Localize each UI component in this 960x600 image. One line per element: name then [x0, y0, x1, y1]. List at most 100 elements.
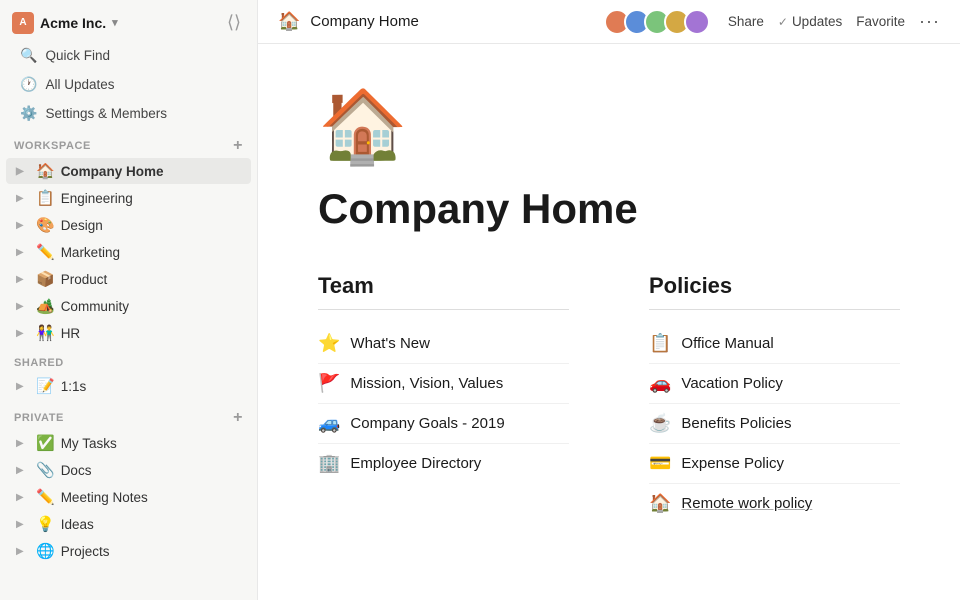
collapse-sidebar-button[interactable]: ⟨⟩	[223, 10, 245, 35]
item-icon: 🌐	[36, 542, 55, 560]
item-icon: ✅	[36, 434, 55, 452]
chevron-right-icon: ▶	[16, 220, 30, 231]
chevron-right-icon: ▶	[16, 519, 30, 530]
sidebar-item-engineering[interactable]: ▶ 📋 Engineering	[6, 185, 251, 211]
settings-item[interactable]: ⚙️ Settings & Members	[6, 100, 251, 127]
workspace-name[interactable]: A Acme Inc. ▾	[12, 12, 118, 34]
quick-find-label: Quick Find	[45, 48, 110, 63]
favorite-button[interactable]: Favorite	[856, 14, 905, 29]
workspace-items-list: ▶ 🏠 Company Home ▶ 📋 Engineering ▶ 🎨 Des…	[0, 157, 257, 347]
settings-label: Settings & Members	[45, 106, 167, 121]
team-section-title: Team	[318, 273, 569, 310]
policies-list-item[interactable]: 🏠 Remote work policy	[649, 484, 900, 523]
sidebar-item-hr[interactable]: ▶ 👫 HR	[6, 320, 251, 346]
workspace-avatar: A	[12, 12, 34, 34]
collaborator-avatars	[604, 9, 710, 35]
page-icon: 🏠	[278, 11, 300, 32]
team-list-item[interactable]: 🚙 Company Goals - 2019	[318, 404, 569, 444]
list-item-label: Vacation Policy	[681, 375, 782, 392]
list-item-label: Benefits Policies	[681, 415, 791, 432]
chevron-right-icon: ▶	[16, 193, 30, 204]
team-list-item[interactable]: 🚩 Mission, Vision, Values	[318, 364, 569, 404]
sidebar-item-meeting-notes[interactable]: ▶ ✏️ Meeting Notes	[6, 484, 251, 510]
add-workspace-button[interactable]: +	[233, 138, 243, 154]
updates-label: Updates	[792, 14, 842, 29]
more-options-button[interactable]: ···	[919, 11, 940, 32]
sidebar-item-design[interactable]: ▶ 🎨 Design	[6, 212, 251, 238]
sidebar-item-docs[interactable]: ▶ 📎 Docs	[6, 457, 251, 483]
page-hero-icon: 🏠	[318, 84, 900, 169]
list-item-icon: ☕	[649, 413, 671, 434]
item-icon: 👫	[36, 324, 55, 342]
chevron-down-icon: ▾	[112, 16, 118, 29]
item-label: Marketing	[61, 245, 120, 260]
item-icon: 🏠	[36, 162, 55, 180]
list-item-label: Remote work policy	[681, 495, 812, 512]
item-icon: 📎	[36, 461, 55, 479]
item-label: Projects	[61, 544, 110, 559]
private-section-label: PRIVATE +	[0, 400, 257, 429]
quick-find-item[interactable]: 🔍 Quick Find	[6, 42, 251, 69]
all-updates-label: All Updates	[45, 77, 114, 92]
policies-list: 📋 Office Manual 🚗 Vacation Policy ☕ Bene…	[649, 324, 900, 523]
policies-list-item[interactable]: ☕ Benefits Policies	[649, 404, 900, 444]
two-column-layout: Team ⭐ What's New 🚩 Mission, Vision, Val…	[318, 273, 900, 523]
team-list: ⭐ What's New 🚩 Mission, Vision, Values 🚙…	[318, 324, 569, 483]
item-label: My Tasks	[61, 436, 117, 451]
item-label: Product	[61, 272, 108, 287]
page-body: 🏠 Company Home Team ⭐ What's New 🚩 Missi…	[258, 44, 960, 563]
item-icon: 🎨	[36, 216, 55, 234]
sidebar-item-ideas[interactable]: ▶ 💡 Ideas	[6, 511, 251, 537]
check-icon: ✓	[778, 15, 788, 29]
workspace-name-label: Acme Inc.	[40, 15, 106, 31]
item-icon: 📝	[36, 377, 55, 395]
item-label: Meeting Notes	[61, 490, 148, 505]
chevron-right-icon: ▶	[16, 274, 30, 285]
add-private-button[interactable]: +	[233, 410, 243, 426]
page-title: Company Home	[318, 185, 900, 233]
sidebar: A Acme Inc. ▾ ⟨⟩ 🔍 Quick Find 🕐 All Upda…	[0, 0, 258, 600]
sidebar-item-company-home[interactable]: ▶ 🏠 Company Home	[6, 158, 251, 184]
list-item-icon: 🚩	[318, 373, 340, 394]
sidebar-item-product[interactable]: ▶ 📦 Product	[6, 266, 251, 292]
workspace-header: A Acme Inc. ▾ ⟨⟩	[0, 0, 257, 41]
sidebar-item-marketing[interactable]: ▶ ✏️ Marketing	[6, 239, 251, 265]
list-item-label: Office Manual	[681, 335, 773, 352]
topbar-title: Company Home	[310, 13, 593, 30]
policies-list-item[interactable]: 💳 Expense Policy	[649, 444, 900, 484]
item-icon: 📦	[36, 270, 55, 288]
topbar-actions: Share ✓ Updates Favorite ···	[728, 11, 940, 32]
topbar: 🏠 Company Home Share ✓ Updates Favorite …	[258, 0, 960, 44]
favorite-label: Favorite	[856, 14, 905, 29]
team-list-item[interactable]: 🏢 Employee Directory	[318, 444, 569, 483]
chevron-right-icon: ▶	[16, 166, 30, 177]
policies-list-item[interactable]: 📋 Office Manual	[649, 324, 900, 364]
collaborator-avatar	[684, 9, 710, 35]
item-icon: 🏕️	[36, 297, 55, 315]
all-updates-item[interactable]: 🕐 All Updates	[6, 71, 251, 98]
policies-section-title: Policies	[649, 273, 900, 310]
list-item-icon: 💳	[649, 453, 671, 474]
clock-icon: 🕐	[20, 76, 37, 93]
team-list-item[interactable]: ⭐ What's New	[318, 324, 569, 364]
chevron-right-icon: ▶	[16, 381, 30, 392]
shared-items-list: ▶ 📝 1:1s	[0, 372, 257, 400]
sidebar-item-my-tasks[interactable]: ▶ ✅ My Tasks	[6, 430, 251, 456]
search-icon: 🔍	[20, 47, 37, 64]
item-label: Docs	[61, 463, 92, 478]
sidebar-item-1-1s[interactable]: ▶ 📝 1:1s	[6, 373, 251, 399]
item-icon: ✏️	[36, 243, 55, 261]
chevron-right-icon: ▶	[16, 492, 30, 503]
list-item-icon: 🚗	[649, 373, 671, 394]
share-button[interactable]: Share	[728, 14, 764, 29]
policies-list-item[interactable]: 🚗 Vacation Policy	[649, 364, 900, 404]
updates-button[interactable]: ✓ Updates	[778, 14, 842, 29]
sidebar-item-community[interactable]: ▶ 🏕️ Community	[6, 293, 251, 319]
sidebar-item-projects[interactable]: ▶ 🌐 Projects	[6, 538, 251, 564]
list-item-icon: 📋	[649, 333, 671, 354]
list-item-icon: 🏢	[318, 453, 340, 474]
chevron-right-icon: ▶	[16, 328, 30, 339]
item-label: Design	[61, 218, 103, 233]
item-label: Ideas	[61, 517, 94, 532]
shared-section-label: SHARED	[0, 347, 257, 372]
